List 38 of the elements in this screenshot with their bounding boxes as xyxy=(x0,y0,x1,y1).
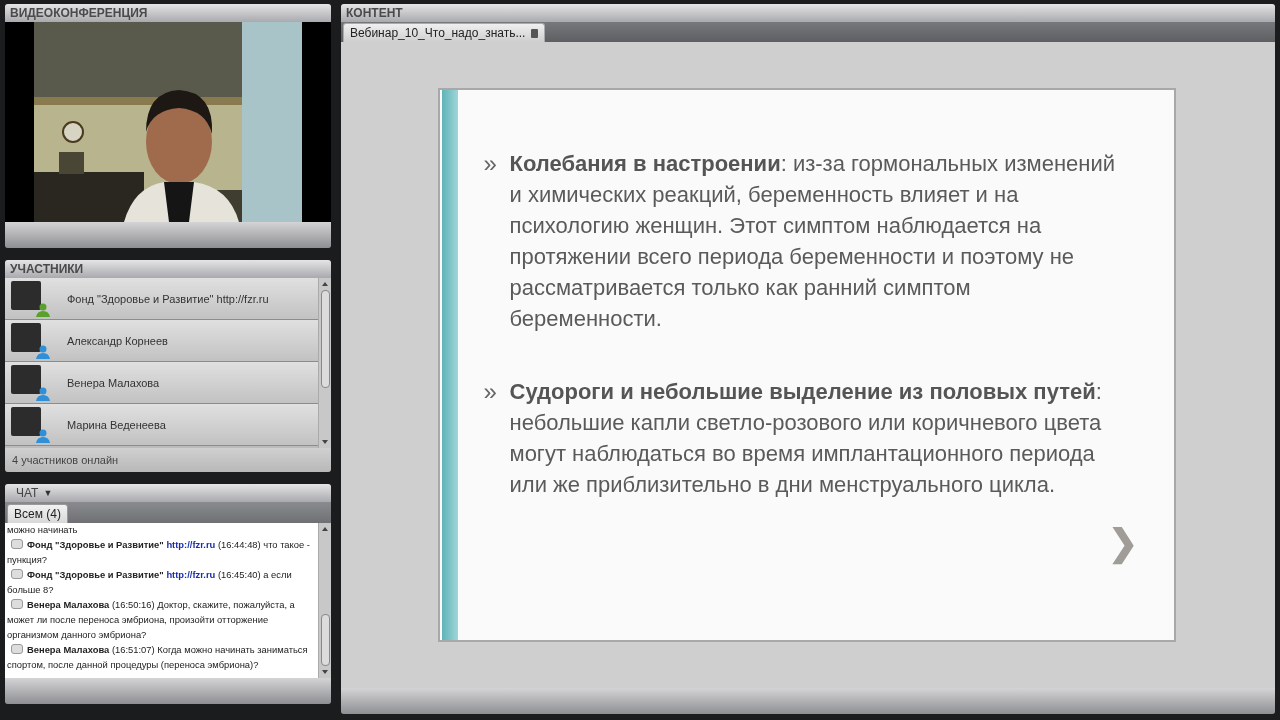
document-icon xyxy=(531,28,539,38)
speech-bubble-icon xyxy=(11,644,23,654)
slide-paragraph: Колебания в настроении: из-за гормональных изменений и химических реакций, беременность влияет и на психологию женщин. Этот симптом наблюдается на протяжении всего периода беременности и поэтому не рассматривается только как ранний симптом беременности. xyxy=(509,150,1116,333)
chat-message: Фонд "Здоровье и Развитие" http://fzr.ru (16:45:40) а если больше 8? xyxy=(7,568,293,597)
chat-tab[interactable]: Всем (4) xyxy=(7,504,68,523)
scrollbar[interactable] xyxy=(318,523,331,678)
slide-paragraph: Судороги и небольшие выделение из половых путей: небольшие капли светло-розового или коричневого цвета могут наблюдаться во время имплантационного периода или же приблизительно в дни менструального цикла. xyxy=(509,378,1103,499)
participant-row[interactable]: Фонд "Здоровье и Развитие" http://fzr.ru xyxy=(5,278,318,320)
participant-row[interactable]: Марина Веденеева xyxy=(5,404,318,446)
panel-title: ВИДЕОКОНФЕРЕНЦИЯ xyxy=(10,6,148,20)
panel-title: КОНТЕНТ xyxy=(346,6,403,20)
speech-bubble-icon xyxy=(11,539,23,549)
participant-name: Марина Веденеева xyxy=(67,418,166,431)
participant-name: Фонд "Здоровье и Развитие" http://fzr.ru xyxy=(67,292,269,305)
chat-message: Венера Малахова (16:50:16) Доктор, скажите, пожалуйста, а может ли после переноса эмбриона, произойти отторжение организмом данного эмбриона? xyxy=(7,598,296,642)
participant-row[interactable]: Александр Корнеев xyxy=(5,320,318,362)
document-tab[interactable]: Вебинар_10_Что_надо_знать... xyxy=(343,23,546,42)
avatar-icon xyxy=(11,365,41,394)
online-count: 4 участников онлайн xyxy=(12,454,119,466)
speech-bubble-icon xyxy=(11,569,23,579)
chat-message: Фонд "Здоровье и Развитие" http://fzr.ru (16:44:48) что такое - пункция? xyxy=(7,538,311,567)
bullet-marker: » xyxy=(483,377,498,407)
chat-message: можно начинать xyxy=(7,523,79,537)
avatar-icon xyxy=(11,323,41,352)
chat-message: Венера Малахова (16:51:07) Когда можно начинать заниматься спортом, после данной процедуры (переноса эмбриона)? xyxy=(7,643,309,672)
caret-icon[interactable]: ▼ xyxy=(43,488,53,498)
panel-title: УЧАСТНИКИ xyxy=(10,262,84,276)
chat-link[interactable]: http://fzr.ru xyxy=(166,569,216,580)
speech-bubble-icon xyxy=(11,599,23,609)
participant-row[interactable]: Венера Малахова xyxy=(5,362,318,404)
participant-name: Александр Корнеев xyxy=(67,334,168,347)
scrollbar[interactable] xyxy=(318,278,331,448)
chat-link[interactable]: http://fzr.ru xyxy=(166,539,216,550)
bullet-marker: » xyxy=(483,149,498,179)
participant-name: Венера Малахова xyxy=(67,376,160,389)
avatar-icon xyxy=(11,281,41,310)
panel-title[interactable]: ЧАТ xyxy=(16,486,39,500)
avatar-icon xyxy=(11,407,41,436)
